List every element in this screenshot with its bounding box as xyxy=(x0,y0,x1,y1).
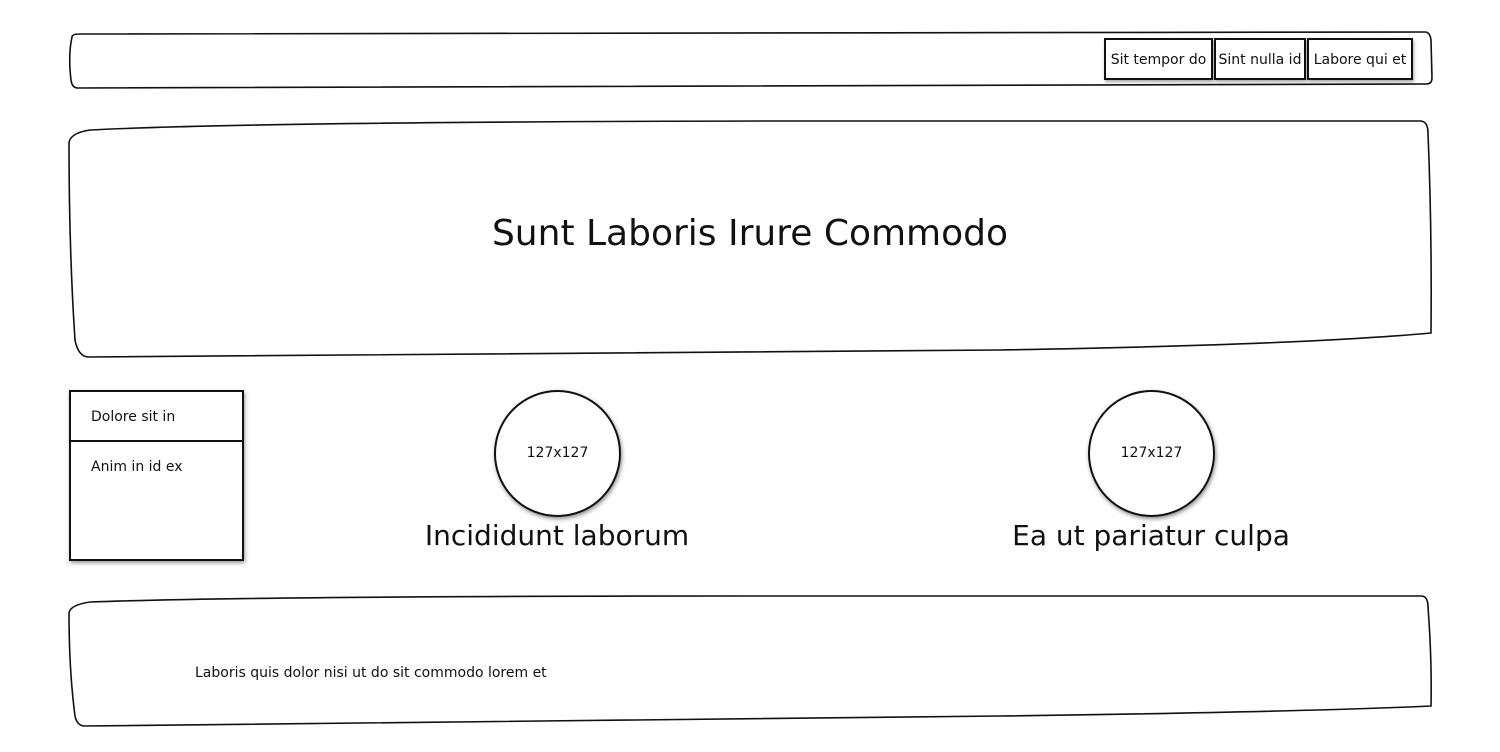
side-menu-item-anim-in-id-ex[interactable]: Anim in id ex xyxy=(71,442,242,492)
feature-image-placeholder: 127x127 xyxy=(494,390,621,517)
feature-caption: Ea ut pariatur culpa xyxy=(1012,519,1290,552)
side-menu: Dolore sit in Anim in id ex xyxy=(69,390,244,561)
nav-item-sit-tempor-do[interactable]: Sit tempor do xyxy=(1104,38,1213,80)
nav-item-sint-nulla-id[interactable]: Sint nulla id xyxy=(1214,38,1306,80)
hero-title: Sunt Laboris Irure Commodo xyxy=(491,213,1009,254)
feature-caption: Incididunt laborum xyxy=(424,519,690,552)
feature-image-placeholder: 127x127 xyxy=(1088,390,1215,517)
footer-panel-outline xyxy=(68,595,1432,727)
side-menu-item-dolore-sit-in[interactable]: Dolore sit in xyxy=(71,392,242,442)
sketch-outlines xyxy=(68,31,1433,727)
footer-text: Laboris quis dolor nisi ut do sit commod… xyxy=(195,665,547,681)
nav-item-labore-qui-et[interactable]: Labore qui et xyxy=(1307,38,1413,80)
